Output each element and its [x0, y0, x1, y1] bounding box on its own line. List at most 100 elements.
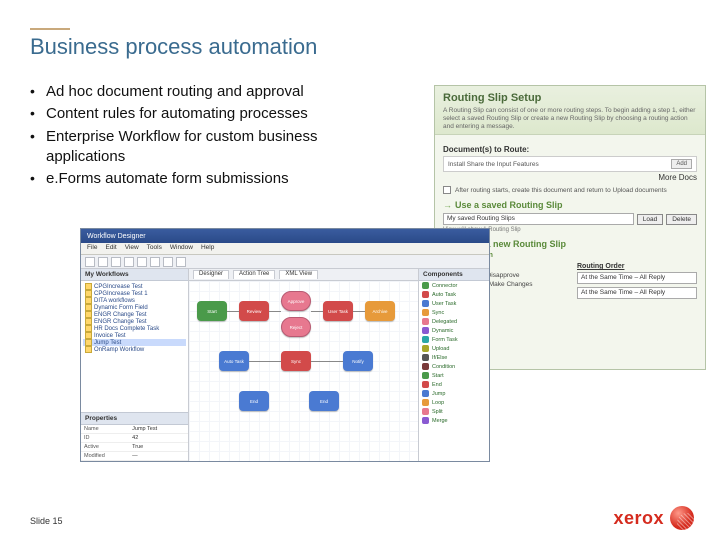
palette-item[interactable]: Delegated	[419, 317, 489, 326]
toolbar-icon[interactable]	[124, 257, 134, 267]
palette-label: End	[432, 382, 442, 388]
order-select-1[interactable]: At the Same Time – All Reply	[577, 272, 697, 284]
property-row: NameJump Test	[81, 425, 188, 434]
use-saved-heading[interactable]: →Use a saved Routing Slip	[443, 200, 697, 210]
tree-header: My Workflows	[81, 269, 188, 281]
palette-item[interactable]: Dynamic	[419, 326, 489, 335]
tree-label: DITA workflows	[94, 298, 135, 304]
bullet-item: e.Forms automate form submissions	[30, 169, 400, 189]
tree-label: OnRamp Workflow	[94, 347, 144, 353]
palette-label: Dynamic	[432, 328, 453, 334]
node-task2[interactable]: Auto Task	[219, 351, 249, 371]
arrow-icon: →	[443, 200, 452, 210]
toolbar-icon[interactable]	[176, 257, 186, 267]
canvas-tab[interactable]: Action Tree	[233, 270, 275, 279]
tree-item[interactable]: ENGR Change Test	[83, 318, 186, 325]
connector	[227, 311, 239, 312]
palette-item[interactable]: Sync	[419, 308, 489, 317]
toolbar-icon[interactable]	[111, 257, 121, 267]
workflow-canvas[interactable]: Start Review Approve Reject User Task Ar…	[189, 281, 418, 461]
tree-item[interactable]: Jump Test	[83, 339, 186, 346]
canvas-tab[interactable]: Designer	[193, 270, 229, 279]
routing-header: Routing Slip Setup A Routing Slip can co…	[435, 86, 705, 135]
delete-button[interactable]: Delete	[666, 214, 697, 225]
add-button[interactable]: Add	[671, 159, 692, 169]
toolbar-icon[interactable]	[150, 257, 160, 267]
palette-item[interactable]: User Task	[419, 299, 489, 308]
slide: Business process automation Ad hoc docum…	[0, 0, 720, 540]
order-select-2[interactable]: At the Same Time – All Reply	[577, 287, 697, 299]
tree-item[interactable]: Invoice Test	[83, 332, 186, 339]
tree-item[interactable]: OnRamp Workflow	[83, 346, 186, 353]
palette-item[interactable]: Connector	[419, 281, 489, 290]
node-review[interactable]: Review	[239, 301, 269, 321]
property-row: Modified—	[81, 452, 188, 461]
properties-grid: NameJump Test ID42 ActiveTrue Modified—	[81, 425, 188, 461]
designer-toolbar	[81, 255, 489, 269]
palette-item[interactable]: Jump	[419, 389, 489, 398]
tree-label: CPGIncrease Test	[94, 284, 143, 290]
node-end[interactable]: End	[309, 391, 339, 411]
tree-item[interactable]: CPGIncrease Test 1	[83, 290, 186, 297]
toolbar-icon[interactable]	[163, 257, 173, 267]
prop-key: Modified	[81, 452, 129, 460]
node-start[interactable]: Start	[197, 301, 227, 321]
palette-label: Upload	[432, 346, 449, 352]
tree-item[interactable]: DITA workflows	[83, 297, 186, 304]
palette-label: Sync	[432, 310, 444, 316]
palette-item[interactable]: Form Task	[419, 335, 489, 344]
swatch-icon	[422, 408, 429, 415]
menu-item[interactable]: View	[125, 244, 139, 253]
node-reject[interactable]: Reject	[281, 317, 311, 337]
palette-item[interactable]: Condition	[419, 362, 489, 371]
folder-icon	[85, 325, 92, 332]
palette-item[interactable]: Auto Task	[419, 290, 489, 299]
swatch-icon	[422, 318, 429, 325]
prop-key: Name	[81, 425, 129, 433]
palette-item[interactable]: Loop	[419, 398, 489, 407]
palette-label: If/Else	[432, 355, 447, 361]
tree-item[interactable]: ENGR Change Test	[83, 311, 186, 318]
menu-item[interactable]: Window	[170, 244, 193, 253]
checkbox-row: After routing starts, create this docume…	[443, 186, 697, 194]
menu-item[interactable]: Help	[201, 244, 214, 253]
bullet-text: Content rules for automating processes	[46, 105, 308, 122]
palette-label: Condition	[432, 364, 455, 370]
node-task1[interactable]: User Task	[323, 301, 353, 321]
node-approve[interactable]: Approve	[281, 291, 311, 311]
palette-item[interactable]: Start	[419, 371, 489, 380]
toolbar-icon[interactable]	[85, 257, 95, 267]
node-archive[interactable]: Archive	[365, 301, 395, 321]
designer-titlebar: Workflow Designer	[81, 229, 489, 243]
palette-header: Components	[419, 269, 489, 281]
connector	[353, 311, 365, 312]
palette-item[interactable]: Merge	[419, 416, 489, 425]
tree-item[interactable]: HR Docs Complete Task	[83, 325, 186, 332]
checkbox[interactable]	[443, 186, 451, 194]
node-sync[interactable]: Sync	[281, 351, 311, 371]
saved-slip-row: My saved Routing Slips Load Delete	[443, 213, 697, 225]
more-docs-button[interactable]: More Docs	[658, 173, 697, 182]
palette-label: Delegated	[432, 319, 457, 325]
palette-item[interactable]: If/Else	[419, 353, 489, 362]
tree-item[interactable]: Dynamic Form Field	[83, 304, 186, 311]
palette-item[interactable]: End	[419, 380, 489, 389]
menu-item[interactable]: File	[87, 244, 97, 253]
routing-title: Routing Slip Setup	[443, 92, 697, 104]
prop-key: ID	[81, 434, 129, 442]
toolbar-icon[interactable]	[137, 257, 147, 267]
palette-item[interactable]: Split	[419, 407, 489, 416]
load-button[interactable]: Load	[637, 214, 663, 225]
toolbar-icon[interactable]	[98, 257, 108, 267]
saved-slip-select[interactable]: My saved Routing Slips	[443, 213, 634, 225]
canvas-tab[interactable]: XML View	[279, 270, 318, 279]
slide-title: Business process automation	[30, 34, 430, 60]
tree-item[interactable]: CPGIncrease Test	[83, 283, 186, 290]
node-alt[interactable]: Notify	[343, 351, 373, 371]
palette-item[interactable]: Upload	[419, 344, 489, 353]
menu-item[interactable]: Edit	[105, 244, 116, 253]
menu-item[interactable]: Tools	[147, 244, 162, 253]
designer-menubar: File Edit View Tools Window Help	[81, 243, 489, 255]
prop-key: Active	[81, 443, 129, 451]
node-end[interactable]: End	[239, 391, 269, 411]
